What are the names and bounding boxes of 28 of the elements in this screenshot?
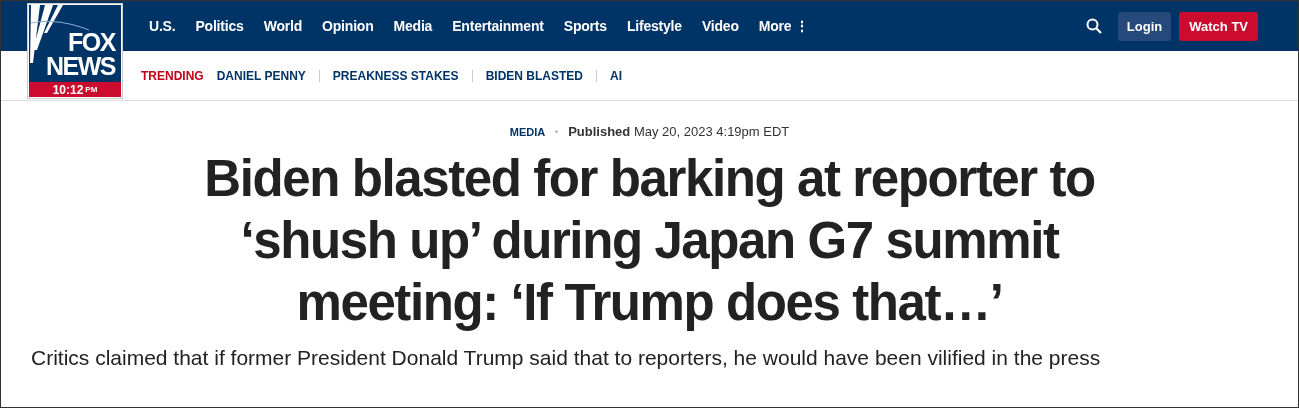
search-icon[interactable] [1085, 18, 1102, 34]
nav-link[interactable]: Video [691, 18, 749, 34]
clock-meridiem: PM [85, 85, 98, 94]
nav-link[interactable]: Media [383, 18, 443, 34]
trending-link[interactable]: AI [595, 69, 635, 82]
category-link[interactable]: MEDIA [509, 125, 546, 138]
headline: Biden blasted for barking at reporter to ‘shush up’ during Japan G7 summit meeting: ‘If Trump does that…’ [203, 149, 1096, 333]
separator-dot [555, 130, 559, 133]
nav-link[interactable]: World [253, 18, 313, 34]
trending-link[interactable]: BIDEN BLASTED [471, 69, 596, 82]
trending-label: TRENDING [141, 68, 204, 83]
nav-link[interactable]: Sports [553, 18, 617, 34]
trending-link[interactable]: PREAKNESS STAKES [318, 69, 472, 82]
trending-link[interactable]: DANIEL PENNY [216, 69, 319, 82]
nav-link[interactable]: U.S. [139, 18, 186, 34]
login-button[interactable]: Login [1117, 11, 1172, 41]
nav-link[interactable]: Opinion [312, 18, 384, 34]
logo-text: FOX [68, 30, 115, 54]
more-icon: ⋮ [795, 18, 810, 34]
publish-date: Published May 20, 2023 4:19pm EDT [568, 124, 790, 139]
more-menu[interactable]: More ⋮ [748, 18, 820, 34]
nav-link[interactable]: Politics [185, 18, 254, 34]
nav-link[interactable]: Lifestyle [616, 18, 692, 34]
clock-time: 10:12 [52, 82, 84, 97]
nav-link[interactable]: Entertainment [442, 18, 554, 34]
watch-tv-button[interactable]: Watch TV [1179, 11, 1258, 41]
lead-paragraph: Critics claimed that if former President Donald Trump said that to reporters, he would have been vilified in the press [30, 346, 1102, 370]
logo-text: NEWS [46, 54, 115, 78]
